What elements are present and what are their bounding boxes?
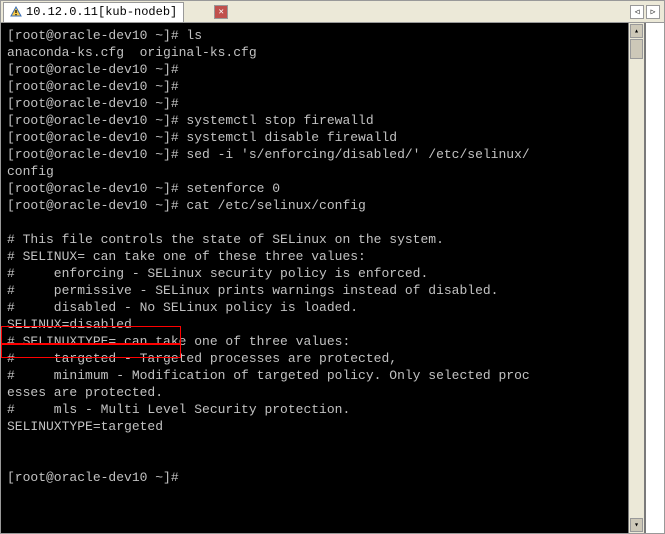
side-panel bbox=[644, 23, 664, 533]
tab-prev-button[interactable]: ◁ bbox=[630, 5, 644, 19]
scrollbar[interactable]: ▴ ▾ bbox=[628, 23, 644, 533]
terminal-line: # SELINUXTYPE= can take one of three val… bbox=[7, 334, 350, 349]
terminal-line: # SELINUX= can take one of these three v… bbox=[7, 249, 366, 264]
scroll-up-button[interactable]: ▴ bbox=[630, 24, 643, 38]
terminal-line: [root@oracle-dev10 ~]# cat /etc/selinux/… bbox=[7, 198, 366, 213]
close-tab-button[interactable]: ✕ bbox=[214, 5, 228, 19]
terminal-line: [root@oracle-dev10 ~]# bbox=[7, 470, 179, 485]
terminal-line: # permissive - SELinux prints warnings i… bbox=[7, 283, 498, 298]
terminal-line: # enforcing - SELinux security policy is… bbox=[7, 266, 428, 281]
terminal-line: SELINUX=disabled bbox=[7, 317, 132, 332]
tab-bar: 10.12.0.11[kub-nodeb] ✕ ◁ ▷ bbox=[1, 1, 664, 23]
terminal-line: SELINUXTYPE=targeted bbox=[7, 419, 163, 434]
terminal-line: anaconda-ks.cfg original-ks.cfg bbox=[7, 45, 257, 60]
terminal-line: esses are protected. bbox=[7, 385, 163, 400]
terminal-line: [root@oracle-dev10 ~]# systemctl disable… bbox=[7, 130, 397, 145]
terminal-line: # minimum - Modification of targeted pol… bbox=[7, 368, 530, 383]
scroll-thumb[interactable] bbox=[630, 39, 643, 59]
terminal-line: [root@oracle-dev10 ~]# bbox=[7, 96, 179, 111]
terminal-line: # targeted - Targeted processes are prot… bbox=[7, 351, 397, 366]
window: 10.12.0.11[kub-nodeb] ✕ ◁ ▷ [root@oracle… bbox=[0, 0, 665, 534]
tab-nav: ◁ ▷ bbox=[630, 5, 660, 19]
terminal-line: [root@oracle-dev10 ~]# ls bbox=[7, 28, 202, 43]
terminal-line: # This file controls the state of SELinu… bbox=[7, 232, 444, 247]
terminal[interactable]: [root@oracle-dev10 ~]# ls anaconda-ks.cf… bbox=[1, 23, 628, 533]
terminal-line: [root@oracle-dev10 ~]# systemctl stop fi… bbox=[7, 113, 374, 128]
terminal-line: [root@oracle-dev10 ~]# bbox=[7, 62, 179, 77]
tab-next-button[interactable]: ▷ bbox=[646, 5, 660, 19]
terminal-line: [root@oracle-dev10 ~]# sed -i 's/enforci… bbox=[7, 147, 530, 162]
terminal-area: [root@oracle-dev10 ~]# ls anaconda-ks.cf… bbox=[1, 23, 664, 533]
terminal-line: [root@oracle-dev10 ~]# bbox=[7, 79, 179, 94]
terminal-line: # disabled - No SELinux policy is loaded… bbox=[7, 300, 358, 315]
terminal-line: # mls - Multi Level Security protection. bbox=[7, 402, 350, 417]
terminal-line: [root@oracle-dev10 ~]# setenforce 0 bbox=[7, 181, 280, 196]
tab-title: 10.12.0.11[kub-nodeb] bbox=[26, 5, 177, 19]
scroll-down-button[interactable]: ▾ bbox=[630, 518, 643, 532]
tab-session[interactable]: 10.12.0.11[kub-nodeb] bbox=[3, 2, 184, 22]
terminal-line: config bbox=[7, 164, 54, 179]
warning-icon bbox=[10, 6, 22, 18]
